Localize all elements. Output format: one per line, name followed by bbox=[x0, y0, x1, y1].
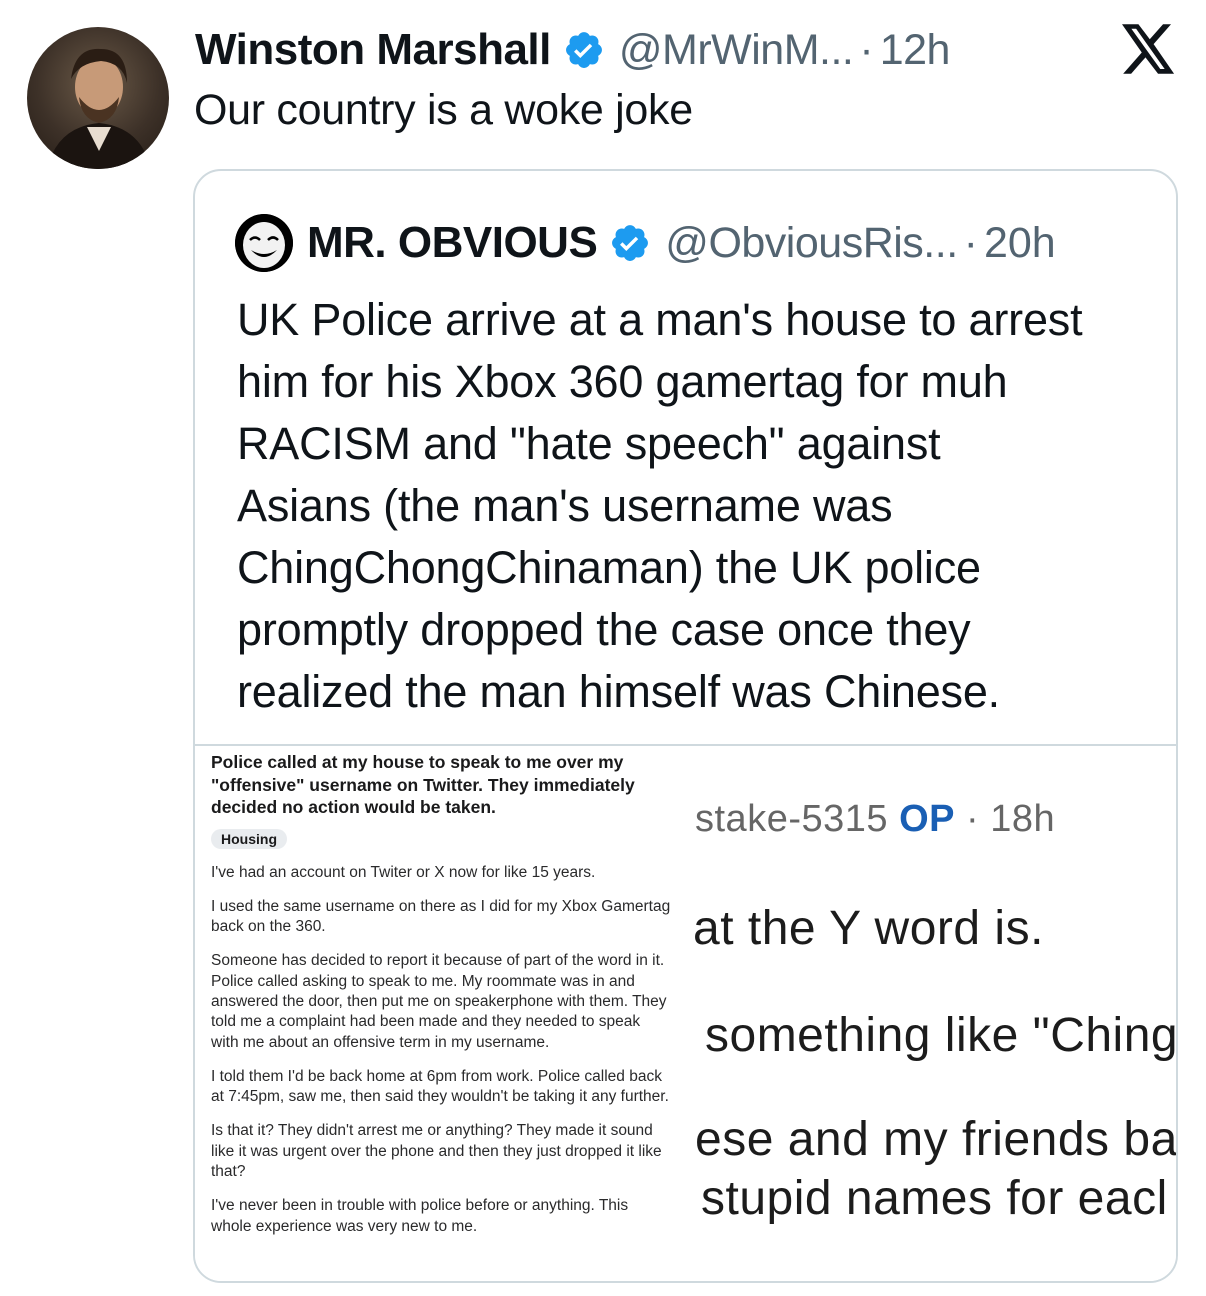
comment-crop: stake-5315 OP · 18h at the Y word is. so… bbox=[693, 746, 1178, 1281]
x-logo-icon bbox=[1122, 24, 1175, 74]
quoted-author-handle[interactable]: @ObviousRis... bbox=[665, 219, 958, 268]
quoted-author-avatar[interactable] bbox=[235, 214, 293, 272]
quoted-text-line: ChingChongChinaman) the UK police bbox=[237, 542, 981, 593]
quoted-text-line: RACISM and "hate speech" against bbox=[237, 418, 941, 469]
separator-dot: · bbox=[859, 25, 874, 74]
quoted-tweet-timestamp[interactable]: 20h bbox=[984, 219, 1056, 268]
comment-line: at the Y word is. bbox=[693, 902, 1044, 955]
quoted-text-line: him for his Xbox 360 gamertag for muh bbox=[237, 356, 1008, 407]
quoted-text-line: UK Police arrive at a man's house to arr… bbox=[237, 294, 1083, 345]
post-paragraph: Someone has decided to report it because… bbox=[211, 952, 667, 1051]
post-paragraph: I've never been in trouble with police b… bbox=[211, 1197, 629, 1235]
separator-dot: · bbox=[963, 218, 978, 267]
comment-line: something like "Ching bbox=[705, 1009, 1178, 1062]
tweet-header: Winston Marshall @MrWinM... · 12h bbox=[195, 24, 950, 76]
quoted-tweet-header: MR. OBVIOUS @ObviousRis... · 20h bbox=[235, 214, 1056, 272]
quoted-tweet-text: UK Police arrive at a man's house to arr… bbox=[237, 289, 1167, 723]
quoted-text-line: realized the man himself was Chinese. bbox=[237, 666, 1000, 717]
tweet-text: Our country is a woke joke bbox=[194, 86, 693, 134]
attached-image[interactable]: Police called at my house to speak to me… bbox=[195, 744, 1178, 1281]
post-paragraph: I've had an account on Twiter or X now f… bbox=[211, 863, 596, 881]
comment-meta: stake-5315 OP · 18h bbox=[695, 798, 1055, 841]
post-paragraph: I told them I'd be back home at 6pm from… bbox=[211, 1067, 669, 1106]
reddit-post-screenshot: Police called at my house to speak to me… bbox=[211, 751, 671, 1237]
verified-badge-icon bbox=[612, 225, 649, 261]
post-flair: Housing bbox=[211, 828, 287, 849]
post-paragraph: Is that it? They didn't arrest me or any… bbox=[211, 1122, 662, 1181]
author-avatar[interactable] bbox=[27, 27, 169, 169]
separator-dot: · bbox=[966, 798, 980, 840]
author-name[interactable]: Winston Marshall bbox=[195, 25, 551, 75]
comment-time: 18h bbox=[990, 798, 1056, 840]
comment-line: stupid names for eacl bbox=[701, 1172, 1168, 1225]
comment-username: stake-5315 bbox=[695, 798, 889, 840]
tweet-timestamp[interactable]: 12h bbox=[880, 26, 951, 75]
quoted-tweet-card[interactable]: MR. OBVIOUS @ObviousRis... · 20h UK Poli… bbox=[193, 169, 1178, 1283]
quoted-text-line: promptly dropped the case once they bbox=[237, 604, 971, 655]
post-paragraph: I used the same username on there as I d… bbox=[211, 897, 671, 936]
comment-line: ese and my friends ba bbox=[695, 1113, 1178, 1166]
quoted-author-name[interactable]: MR. OBVIOUS bbox=[307, 218, 598, 268]
verified-badge-icon bbox=[565, 32, 602, 68]
op-badge: OP bbox=[899, 798, 955, 840]
author-handle[interactable]: @MrWinM... bbox=[619, 26, 854, 75]
post-title: Police called at my house to speak to me… bbox=[211, 752, 635, 817]
quoted-text-line: Asians (the man's username was bbox=[237, 480, 893, 531]
